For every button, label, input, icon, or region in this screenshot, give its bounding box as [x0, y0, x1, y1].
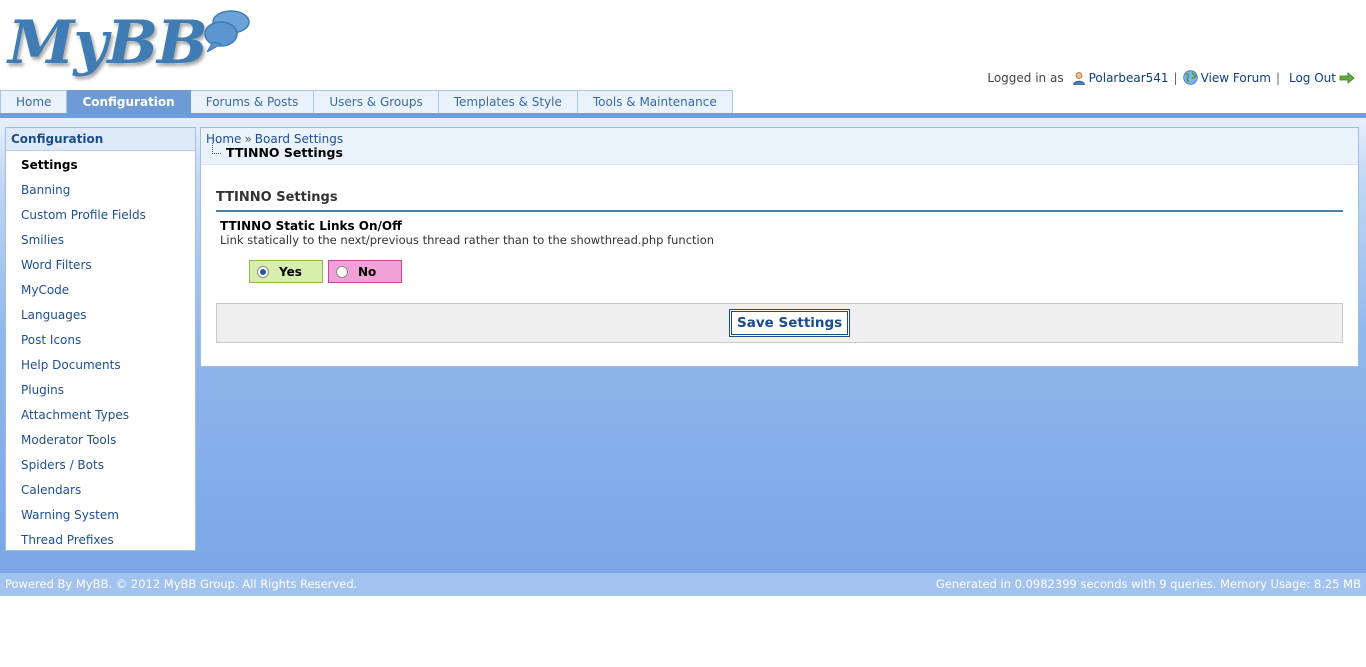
page-body: Configuration Settings Banning Custom Pr…: [0, 118, 1366, 573]
main-menu: Home Configuration Forums & Posts Users …: [0, 90, 733, 114]
username-link[interactable]: Polarbear541: [1089, 71, 1169, 85]
form-submit-row: Save Settings: [216, 303, 1343, 343]
logout-link[interactable]: Log Out: [1289, 71, 1336, 85]
sidebar-title: Configuration: [6, 128, 195, 151]
sidebar-item-custom-profile-fields[interactable]: Custom Profile Fields: [6, 203, 195, 228]
view-forum-link[interactable]: View Forum: [1201, 71, 1271, 85]
sidebar-item-settings[interactable]: Settings: [6, 153, 195, 178]
footer-copyright: Powered By MyBB. © 2012 MyBB Group. All …: [5, 577, 358, 591]
sidebar-item-smilies[interactable]: Smilies: [6, 228, 195, 253]
radio-no-label: No: [358, 264, 377, 279]
tab-users-groups[interactable]: Users & Groups: [314, 90, 439, 114]
mybb-logo[interactable]: MyBB: [8, 6, 250, 82]
sidebar-menu: Settings Banning Custom Profile Fields S…: [6, 151, 195, 553]
speech-bubble-icon: [204, 10, 250, 52]
sidebar-item-post-icons[interactable]: Post Icons: [6, 328, 195, 353]
breadcrumb-board-settings[interactable]: Board Settings: [255, 132, 343, 146]
radio-yes-label: Yes: [279, 264, 302, 279]
tab-templates-style[interactable]: Templates & Style: [438, 90, 578, 114]
radio-no[interactable]: No: [328, 260, 402, 283]
sidebar-item-spiders-bots[interactable]: Spiders / Bots: [6, 453, 195, 478]
breadcrumb-separator: »: [244, 132, 252, 146]
sidebar-item-calendars[interactable]: Calendars: [6, 478, 195, 503]
tab-forums-posts[interactable]: Forums & Posts: [190, 90, 315, 114]
sidebar-item-help-documents[interactable]: Help Documents: [6, 353, 195, 378]
sidebar-item-plugins[interactable]: Plugins: [6, 378, 195, 403]
user-icon: [1072, 71, 1085, 85]
arrow-right-icon: [1339, 71, 1355, 84]
header: MyBB Logged in as Polarbear541 | View Fo…: [0, 0, 1366, 90]
setting-name: TTINNO Static Links On/Off: [220, 219, 402, 233]
logged-in-label: Logged in as: [987, 70, 1064, 85]
sidebar-item-mycode[interactable]: MyCode: [6, 278, 195, 303]
breadcrumb: Home» Board Settings TTINNO Settings: [201, 128, 1358, 165]
footer-stats: Generated in 0.0982399 seconds with 9 qu…: [935, 577, 1361, 591]
tab-home[interactable]: Home: [0, 90, 68, 114]
sidebar: Configuration Settings Banning Custom Pr…: [5, 127, 196, 551]
section-title: TTINNO Settings: [216, 190, 1343, 212]
page-title: TTINNO Settings: [211, 143, 343, 160]
globe-icon: [1182, 70, 1198, 85]
sidebar-item-warning-system[interactable]: Warning System: [6, 503, 195, 528]
sidebar-item-attachment-types[interactable]: Attachment Types: [6, 403, 195, 428]
sidebar-item-languages[interactable]: Languages: [6, 303, 195, 328]
logo-text: MyBB: [8, 8, 208, 78]
sidebar-item-banning[interactable]: Banning: [6, 178, 195, 203]
radio-no-button[interactable]: [336, 265, 348, 278]
separator: |: [1173, 70, 1178, 85]
radio-yes-button[interactable]: [257, 265, 269, 278]
separator: |: [1275, 70, 1280, 85]
setting-description: Link statically to the next/previous thr…: [220, 233, 715, 247]
sidebar-item-thread-prefixes[interactable]: Thread Prefixes: [6, 528, 195, 553]
radio-yes[interactable]: Yes: [249, 260, 323, 283]
sidebar-item-moderator-tools[interactable]: Moderator Tools: [6, 428, 195, 453]
content-panel: Home» Board Settings TTINNO Settings TTIN…: [200, 127, 1359, 367]
save-settings-button[interactable]: Save Settings: [729, 309, 851, 337]
tab-configuration[interactable]: Configuration: [67, 90, 191, 114]
tab-tools-maintenance[interactable]: Tools & Maintenance: [577, 90, 733, 114]
user-bar: Logged in as Polarbear541 | View Forum |…: [987, 70, 1358, 85]
sidebar-item-word-filters[interactable]: Word Filters: [6, 253, 195, 278]
footer: Powered By MyBB. © 2012 MyBB Group. All …: [0, 573, 1366, 596]
